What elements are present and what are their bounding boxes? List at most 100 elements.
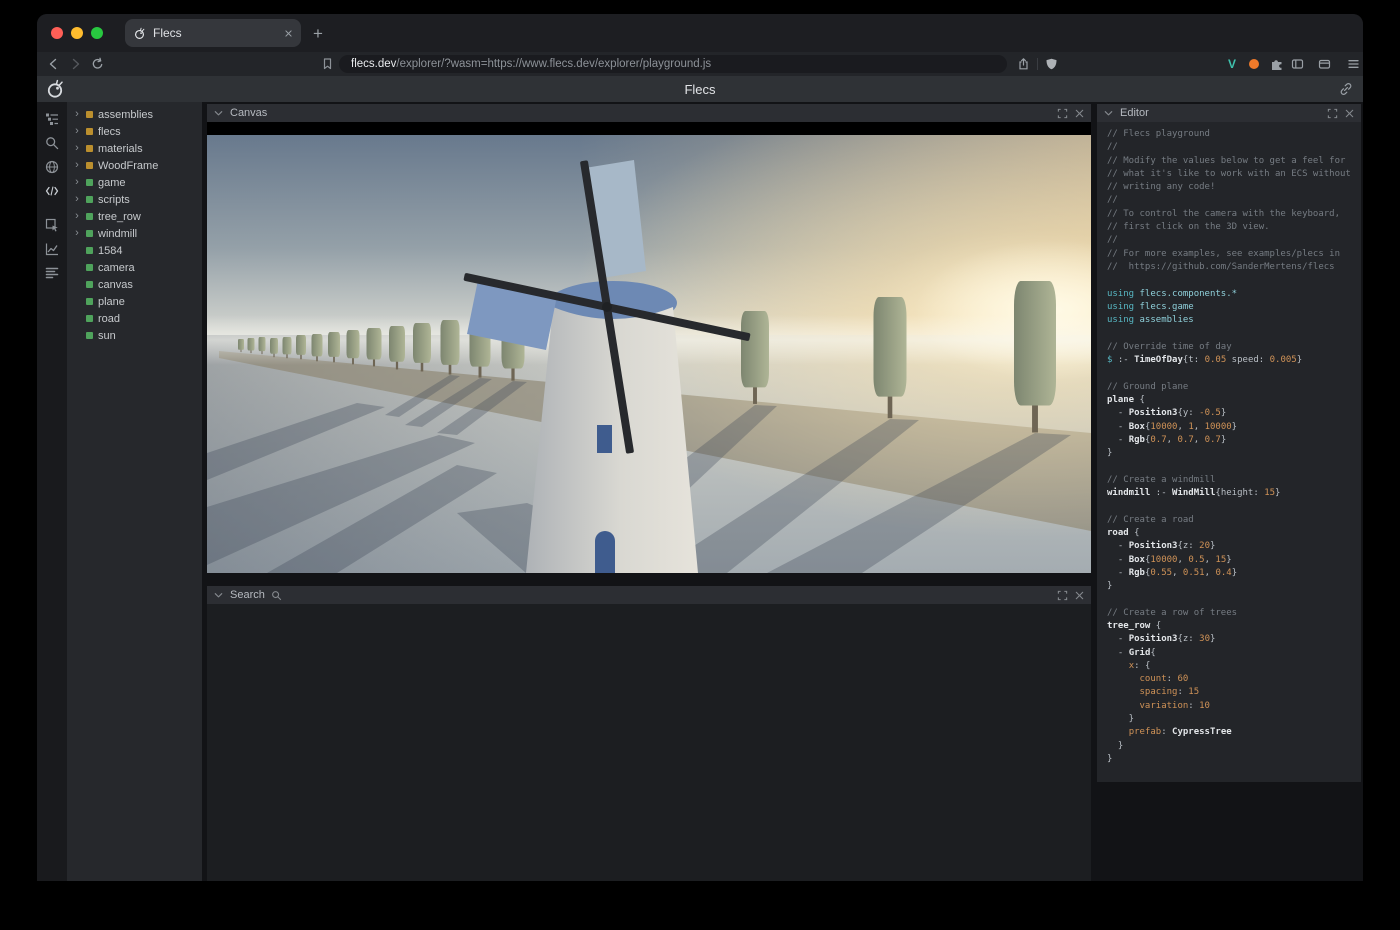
search-icon (271, 590, 282, 601)
window-controls (37, 27, 117, 39)
expand-arrow-icon[interactable]: › (73, 211, 81, 222)
expand-arrow-icon[interactable]: › (73, 143, 81, 154)
tree-item-label: plane (98, 296, 125, 308)
extensions-puzzle-icon[interactable] (1270, 57, 1284, 71)
fullscreen-icon[interactable] (1057, 590, 1068, 601)
editor-panel-header: Editor (1097, 104, 1361, 122)
tree-item-label: game (98, 177, 126, 189)
close-icon[interactable] (1074, 108, 1085, 119)
left-icon-bar (37, 102, 67, 881)
toolbar-separator (1037, 58, 1038, 70)
tree-item-plane[interactable]: plane (67, 293, 202, 310)
shield-icon[interactable] (1045, 58, 1058, 71)
maximize-window-button[interactable] (91, 27, 103, 39)
screen: Flecs + flecs.dev/explorer/?wasm=https:/… (0, 0, 1400, 930)
editor-panel: Editor // Flecs playground//// Modify th… (1097, 104, 1361, 782)
search-results-area[interactable] (207, 604, 1091, 881)
entity-kind-icon (86, 179, 93, 186)
entity-kind-icon (86, 111, 93, 118)
bookmark-icon[interactable] (321, 58, 334, 71)
menu-icon[interactable] (1347, 58, 1360, 71)
close-window-button[interactable] (51, 27, 63, 39)
editor-code[interactable]: // Flecs playground//// Modify the value… (1097, 122, 1361, 782)
tree-icon[interactable] (44, 111, 60, 127)
canvas-panel: Canvas (207, 104, 1091, 573)
tree-item-flecs[interactable]: ›flecs (67, 123, 202, 140)
tree-item-label: camera (98, 262, 135, 274)
fullscreen-icon[interactable] (1327, 108, 1338, 119)
main-area: Canvas (202, 102, 1363, 881)
3d-scene-windmill[interactable] (207, 135, 1091, 573)
tab-strip: Flecs + (37, 14, 1363, 52)
back-button[interactable] (47, 58, 60, 71)
entity-kind-icon (86, 264, 93, 271)
entity-tree: ›assemblies›flecs›materials›WoodFrame›ga… (67, 102, 202, 881)
v-extension-icon[interactable]: V (1228, 57, 1236, 71)
tree-item-scripts[interactable]: › scripts (67, 191, 202, 208)
reload-button[interactable] (91, 58, 104, 71)
chart-icon[interactable] (44, 241, 60, 257)
tree-item-label: materials (98, 143, 143, 155)
tab-close-icon[interactable] (284, 29, 293, 38)
expand-arrow-icon[interactable]: › (73, 228, 81, 239)
fullscreen-icon[interactable] (1057, 108, 1068, 119)
tree-item-sun[interactable]: sun (67, 327, 202, 344)
minimize-window-button[interactable] (71, 27, 83, 39)
expand-arrow-icon[interactable]: › (73, 160, 81, 171)
tree-item-camera[interactable]: camera (67, 259, 202, 276)
entity-kind-icon (86, 315, 93, 322)
share-link-icon[interactable] (1339, 82, 1353, 96)
entity-kind-icon (86, 145, 93, 152)
stats-icon[interactable] (44, 265, 60, 281)
tab-title: Flecs (153, 26, 277, 40)
browser-window: Flecs + flecs.dev/explorer/?wasm=https:/… (37, 14, 1363, 881)
tree-item-game[interactable]: › game (67, 174, 202, 191)
wallet-icon[interactable] (1318, 58, 1331, 71)
search-panel-title: Search (230, 589, 265, 601)
chevron-down-icon[interactable] (1103, 108, 1114, 119)
page-title: Flecs (37, 82, 1363, 97)
tree-item-materials[interactable]: › materials (67, 140, 202, 157)
close-icon[interactable] (1074, 590, 1085, 601)
tree-item-label: windmill (98, 228, 137, 240)
tree-item-label: scripts (98, 194, 130, 206)
canvas-panel-header: Canvas (207, 104, 1091, 122)
tree-item-road[interactable]: road (67, 310, 202, 327)
url-path: /explorer/?wasm=https://www.flecs.dev/ex… (396, 58, 711, 70)
tree-item-WoodFrame[interactable]: ›WoodFrame (67, 157, 202, 174)
tree-item-windmill[interactable]: › windmill (67, 225, 202, 242)
app-header: Flecs (37, 76, 1363, 102)
chevron-down-icon[interactable] (213, 590, 224, 601)
tree-item-label: 1584 (98, 245, 122, 257)
sidebar-toggle-icon[interactable] (1291, 58, 1304, 71)
browser-tab[interactable]: Flecs (125, 19, 301, 47)
tree-item-1584[interactable]: 1584 (67, 242, 202, 259)
forward-button[interactable] (69, 58, 82, 71)
close-icon[interactable] (1344, 108, 1355, 119)
entity-kind-icon (86, 332, 93, 339)
entity-kind-icon (86, 247, 93, 254)
entity-kind-icon (86, 196, 93, 203)
tree-item-tree_row[interactable]: ›tree_row (67, 208, 202, 225)
tree-item-label: assemblies (98, 109, 153, 121)
code-icon[interactable] (44, 183, 60, 199)
share-icon[interactable] (1017, 58, 1030, 71)
tree-item-assemblies[interactable]: › assemblies (67, 106, 202, 123)
expand-arrow-icon[interactable]: › (73, 194, 81, 205)
expand-arrow-icon[interactable]: › (73, 126, 81, 137)
search-icon[interactable] (44, 135, 60, 151)
3d-canvas[interactable] (207, 122, 1091, 573)
entity-kind-icon (86, 281, 93, 288)
expand-arrow-icon[interactable]: › (73, 109, 81, 120)
tree-item-canvas[interactable]: canvas (67, 276, 202, 293)
search-panel-header: Search (207, 586, 1091, 604)
expand-arrow-icon[interactable]: › (73, 177, 81, 188)
chevron-down-icon[interactable] (213, 108, 224, 119)
orange-extension-icon[interactable] (1249, 59, 1259, 69)
address-bar[interactable]: flecs.dev/explorer/?wasm=https://www.fle… (339, 55, 1007, 73)
new-tab-button[interactable]: + (313, 25, 323, 42)
entity-kind-icon (86, 162, 93, 169)
inspect-icon[interactable] (44, 217, 60, 233)
world-icon[interactable] (44, 159, 60, 175)
entity-kind-icon (86, 213, 93, 220)
